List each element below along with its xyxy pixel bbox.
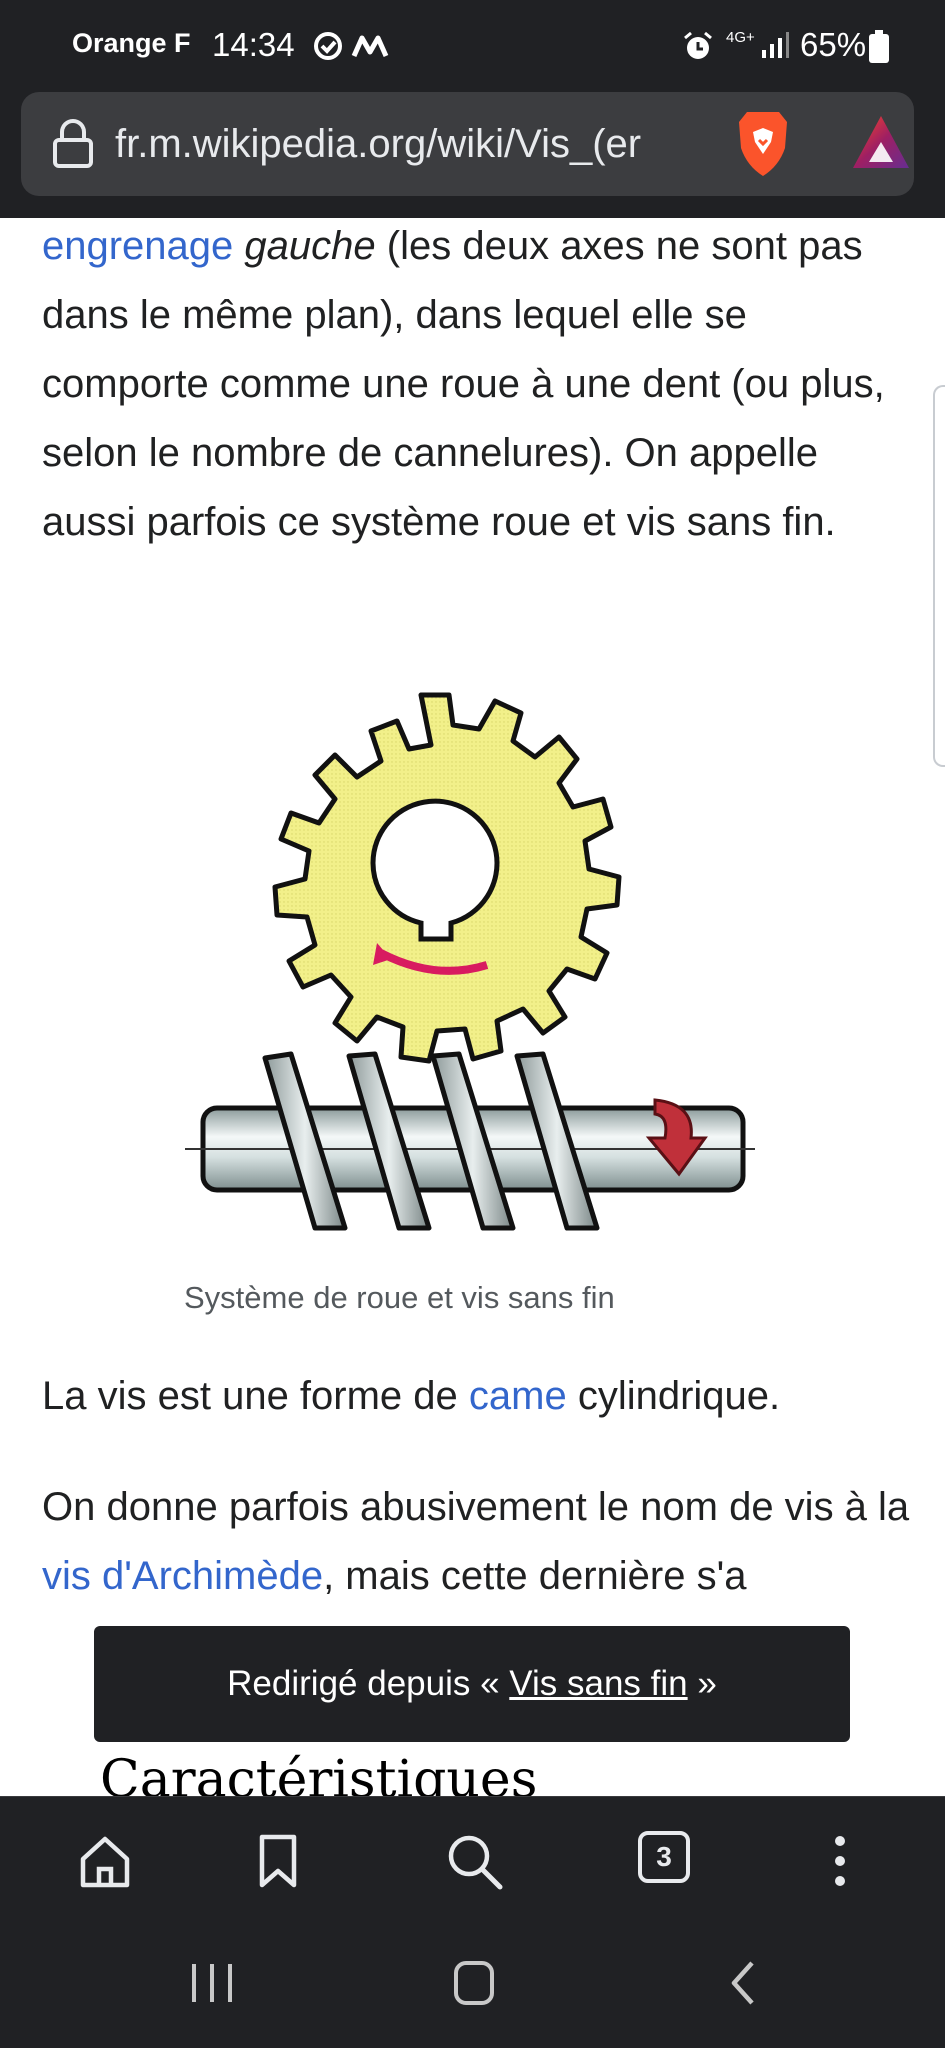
more-menu-icon[interactable] [810, 1831, 870, 1891]
clock: 14:34 [212, 26, 295, 63]
browser-toolbar: 3 [0, 1796, 945, 1921]
figure-caption: Système de roue et vis sans fin [184, 1280, 615, 1315]
network-type: 4G+ [726, 29, 755, 46]
search-icon[interactable] [444, 1831, 504, 1891]
paragraph-2-after: cylindrique. [566, 1374, 781, 1418]
toast-suffix: » [687, 1664, 717, 1703]
battery-percent: 65% [800, 26, 867, 63]
home-icon[interactable] [75, 1831, 135, 1891]
lock-icon[interactable] [51, 118, 95, 170]
sync-icon [314, 32, 342, 60]
battery-icon [869, 30, 889, 63]
browser-header: fr.m.wikipedia.org/wiki/Vis_(er [0, 92, 945, 218]
paragraph-1-text: (les deux axes ne sont pas dans le même … [42, 224, 885, 544]
article-content: engrenage gauche (les deux axes ne sont … [0, 218, 945, 1796]
recent-apps-icon[interactable] [190, 1958, 234, 2008]
alarm-icon [684, 31, 712, 59]
paragraph-3-before: On donne parfois abusivement le nom de v… [42, 1485, 910, 1529]
worm-gear-illustration[interactable] [185, 668, 755, 1268]
link-came[interactable]: came [469, 1374, 567, 1418]
toast-prefix: Redirigé depuis « [227, 1664, 510, 1703]
home-nav-icon[interactable] [452, 1958, 496, 2008]
link-engrenage[interactable]: engrenage [42, 224, 233, 268]
back-nav-icon[interactable] [722, 1958, 766, 2008]
paragraph-2-before: La vis est une forme de [42, 1374, 469, 1418]
brave-rewards-icon[interactable] [851, 114, 911, 170]
scroll-handle[interactable] [933, 385, 945, 767]
address-bar[interactable]: fr.m.wikipedia.org/wiki/Vis_(er [21, 92, 914, 196]
m-app-icon [351, 35, 389, 58]
status-bar: Orange F 14:34 4G+ 65% [0, 0, 945, 92]
paragraph-3-after: , mais cette dernière s'a [323, 1554, 747, 1598]
toast-link[interactable]: Vis sans fin [509, 1664, 687, 1703]
section-heading: Caractéristiques [100, 1750, 538, 1796]
carrier-label: Orange F [72, 28, 191, 58]
paragraph-1: engrenage gauche (les deux axes ne sont … [42, 218, 912, 557]
bookmark-icon[interactable] [248, 1831, 308, 1891]
paragraph-3: On donne parfois abusivement le nom de v… [42, 1473, 912, 1611]
link-vis-archimede[interactable]: vis d'Archimède [42, 1554, 323, 1598]
paragraph-2: La vis est une forme de came cylindrique… [42, 1362, 912, 1431]
system-nav-bar [0, 1920, 945, 2048]
signal-icon [762, 32, 789, 58]
redirect-toast: Redirigé depuis « Vis sans fin » [94, 1626, 850, 1742]
italic-gauche: gauche [244, 224, 376, 268]
tab-count-button[interactable]: 3 [638, 1831, 690, 1883]
url-text[interactable]: fr.m.wikipedia.org/wiki/Vis_(er [115, 122, 715, 167]
brave-shields-icon[interactable] [733, 108, 793, 180]
worm-screw [185, 1051, 755, 1231]
